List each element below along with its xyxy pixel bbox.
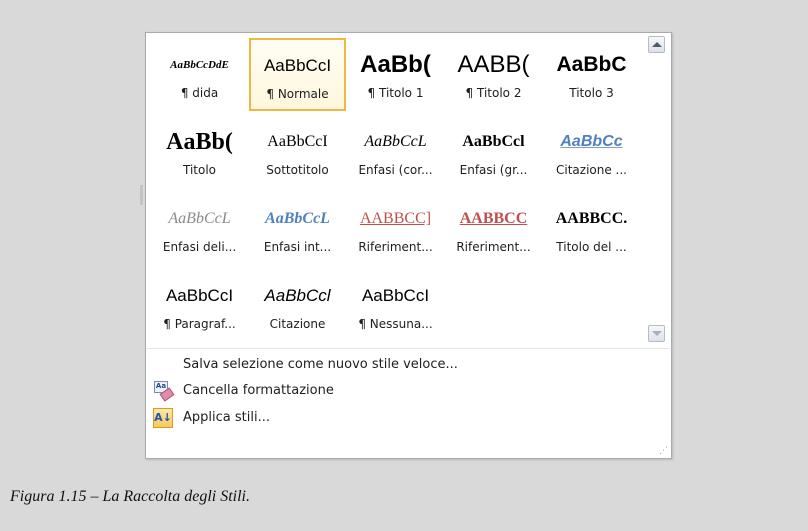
style-sample: AaBbCcL	[364, 133, 427, 150]
style-enfasi-grassetto[interactable]: AaBbCcl Enfasi (gr...	[445, 115, 542, 188]
menu-item-label: Applica stili...	[183, 410, 270, 425]
style-sample: AaBbCcDdE	[170, 59, 229, 71]
style-paragrafo-elenco[interactable]: AaBbCcI ¶ Paragraf...	[151, 269, 248, 342]
style-name: ¶ dida	[180, 86, 219, 100]
style-name: Enfasi deli...	[162, 240, 237, 254]
gallery-scrollbar[interactable]	[648, 36, 666, 347]
style-name: Citazione	[269, 317, 326, 331]
scroll-down-button[interactable]	[648, 325, 665, 342]
style-name: Riferiment...	[358, 240, 433, 254]
style-sample: AaBb(	[166, 129, 233, 155]
style-sample: AaBbCcl	[462, 133, 525, 150]
menu-item-label: Salva selezione come nuovo stile veloce.…	[183, 357, 458, 372]
style-sample: AaBbCc	[560, 133, 623, 150]
style-sample: AaBbCcL	[168, 210, 231, 227]
style-citazione[interactable]: AaBbCcl Citazione	[249, 269, 346, 342]
style-name: ¶ Paragraf...	[163, 317, 236, 331]
style-sample: AABBCC]	[359, 210, 432, 227]
style-riferimento-delicato[interactable]: AABBCC] Riferiment...	[347, 192, 444, 265]
quick-styles-gallery: AaBbCcDdE ¶ dida AaBbCcI ¶ Normale AaBb(…	[145, 32, 672, 459]
style-sample: AaBbCcl	[264, 286, 331, 305]
style-name: Citazione ...	[556, 163, 627, 177]
style-name: ¶ Normale	[266, 87, 329, 101]
scroll-up-button[interactable]	[648, 36, 665, 53]
style-normale[interactable]: AaBbCcI ¶ Normale	[249, 38, 346, 111]
style-dida[interactable]: AaBbCcDdE ¶ dida	[151, 38, 248, 111]
style-riferimento-intenso[interactable]: AABBCC Riferiment...	[445, 192, 542, 265]
style-nessuna-spaziatura[interactable]: AaBbCcI ¶ Nessuna...	[347, 269, 444, 342]
style-sample: AABBCC	[459, 210, 528, 227]
figure-caption: Figura 1.15 – La Raccolta degli Stili.	[10, 488, 250, 505]
style-titolo-2[interactable]: AABB( ¶ Titolo 2	[445, 38, 542, 111]
menu-item-label: Cancella formattazione	[183, 383, 334, 398]
style-name: ¶ Nessuna...	[358, 317, 433, 331]
style-titolo-libro[interactable]: AABBCC. Titolo del ...	[543, 192, 640, 265]
apply-styles-menu-item[interactable]: A↓ Applica stili...	[147, 406, 670, 430]
style-sample: AaBbCcL	[265, 210, 330, 227]
style-titolo-3[interactable]: AaBbC Titolo 3	[543, 38, 640, 111]
style-sample: AABBCC.	[555, 210, 628, 227]
style-name: Enfasi (gr...	[459, 163, 528, 177]
style-sottotitolo[interactable]: AaBbCcI Sottotitolo	[249, 115, 346, 188]
style-name: ¶ Titolo 2	[465, 86, 522, 100]
style-sample: AaBbCcI	[361, 286, 430, 305]
style-enfasi-intensa[interactable]: AaBbCcL Enfasi int...	[249, 192, 346, 265]
style-name: Titolo del ...	[556, 240, 627, 254]
style-name: Enfasi (cor...	[358, 163, 433, 177]
gallery-menu: Salva selezione come nuovo stile veloce.…	[147, 349, 670, 443]
style-name: Titolo	[182, 163, 217, 177]
style-citazione-intensa[interactable]: AaBbCc Citazione ...	[543, 115, 640, 188]
style-name: Riferiment...	[456, 240, 531, 254]
style-enfasi-corsivo[interactable]: AaBbCcL Enfasi (cor...	[347, 115, 444, 188]
style-titolo-1[interactable]: AaBb( ¶ Titolo 1	[347, 38, 444, 111]
resize-grip-icon[interactable]: ⋰	[659, 447, 668, 456]
style-sample: AaBbCcI	[267, 133, 328, 150]
styles-grid: AaBbCcDdE ¶ dida AaBbCcI ¶ Normale AaBb(…	[151, 38, 646, 343]
background-document-edge	[140, 185, 143, 205]
style-name: ¶ Titolo 1	[367, 86, 424, 100]
style-sample: AaBbC	[556, 53, 627, 76]
style-enfasi-delicata[interactable]: AaBbCcL Enfasi deli...	[151, 192, 248, 265]
clear-formatting-menu-item[interactable]: Aa Cancella formattazione	[147, 379, 670, 403]
style-name: Enfasi int...	[263, 240, 332, 254]
style-sample: AaBbCcI	[165, 286, 234, 305]
chevron-up-icon	[651, 42, 662, 47]
style-sample: AABB(	[457, 51, 530, 78]
clear-formatting-icon: Aa	[153, 381, 175, 402]
chevron-down-icon	[651, 331, 662, 336]
style-sample: AaBbCcI	[263, 56, 332, 75]
style-name: Titolo 3	[569, 86, 614, 100]
style-sample: AaBb(	[360, 51, 431, 78]
apply-styles-icon: A↓	[153, 408, 173, 428]
save-selection-menu-item[interactable]: Salva selezione come nuovo stile veloce.…	[147, 353, 670, 377]
style-name: Sottotitolo	[266, 163, 329, 177]
style-titolo[interactable]: AaBb( Titolo	[151, 115, 248, 188]
